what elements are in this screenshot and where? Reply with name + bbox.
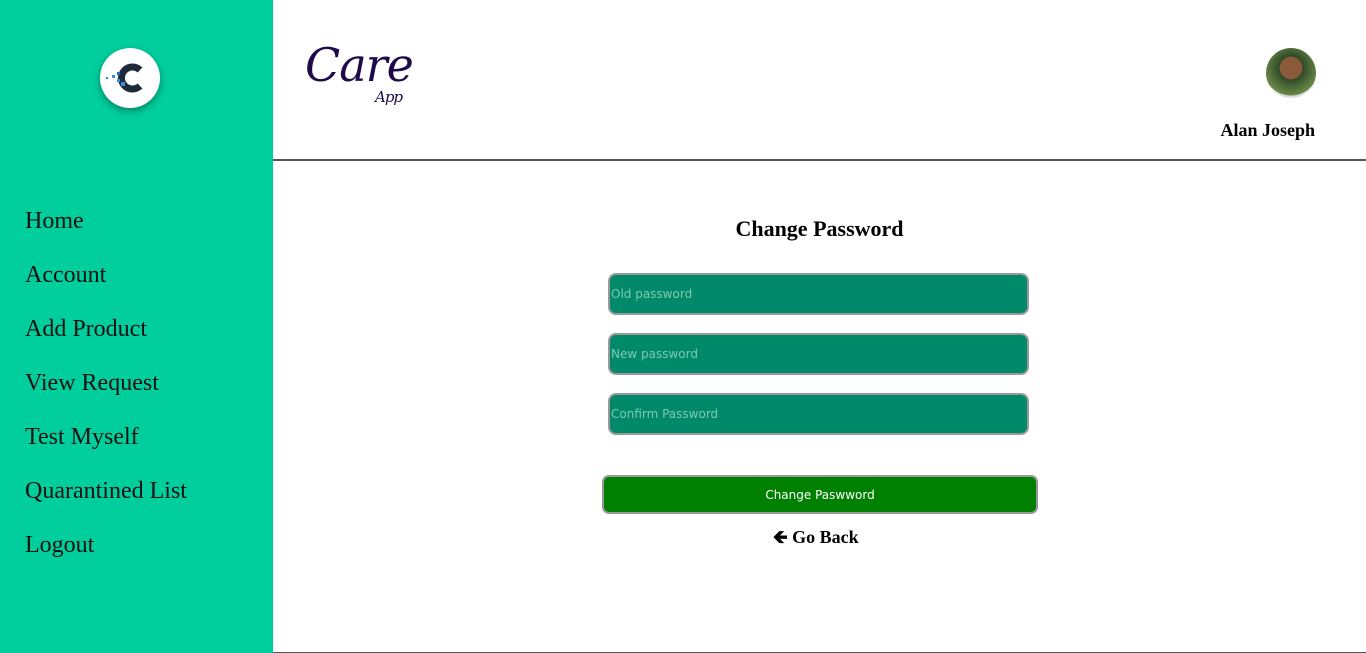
change-password-button[interactable]: Change Paswword [602,475,1038,514]
logo-c-icon [106,63,143,93]
new-password-input[interactable] [608,333,1029,375]
sidebar-nav: Home Account Add Product View Request Te… [25,204,187,582]
avatar[interactable] [1266,48,1316,98]
sidebar: Home Account Add Product View Request Te… [0,0,273,653]
arrow-left-icon: 🡸 [773,527,788,547]
sidebar-item-account[interactable]: Account [25,258,187,312]
sidebar-item-logout[interactable]: Logout [25,528,187,582]
user-name: Alan Joseph [1220,120,1315,140]
page-title: Change Password [735,216,904,241]
go-back-label: Go Back [792,527,859,547]
header: Care App Alan Joseph [273,0,1366,161]
sidebar-item-add-product[interactable]: Add Product [25,312,187,366]
sidebar-item-test-myself[interactable]: Test Myself [25,420,187,474]
brand-name: Care [305,38,414,92]
brand-sub: App [375,88,403,106]
sidebar-item-quarantined-list[interactable]: Quarantined List [25,474,187,528]
old-password-input[interactable] [608,273,1029,315]
confirm-password-input[interactable] [608,393,1029,435]
sidebar-item-home[interactable]: Home [25,204,187,258]
brand-logo: Care App [305,38,414,106]
go-back-link[interactable]: 🡸 Go Back [773,525,859,555]
sidebar-item-view-request[interactable]: View Request [25,366,187,420]
app-logo [100,48,160,108]
